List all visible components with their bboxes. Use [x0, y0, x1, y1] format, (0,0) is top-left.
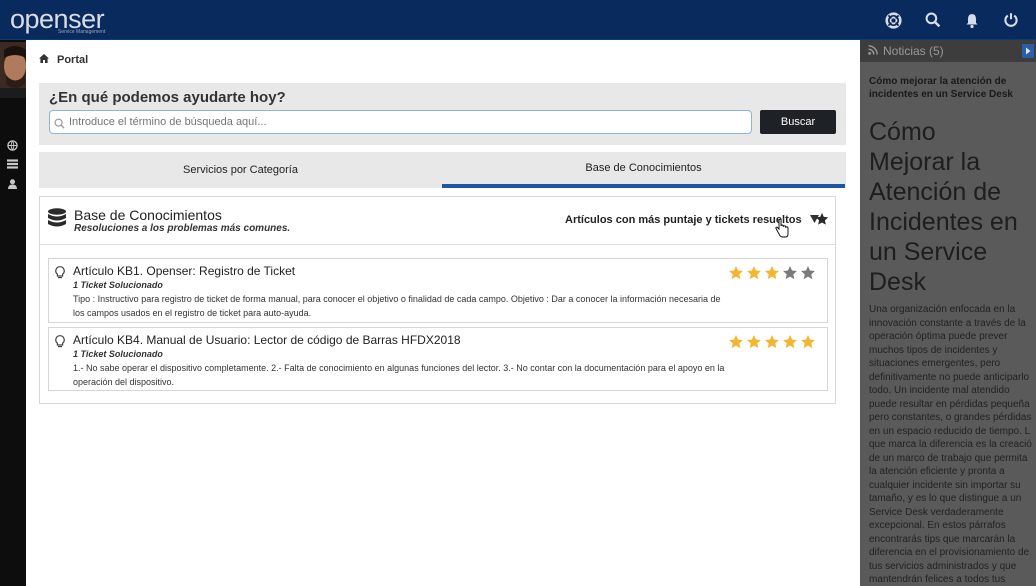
search-panel: ¿En qué podemos ayudarte hoy? Buscar: [39, 83, 846, 145]
hand-cursor-icon: [775, 218, 789, 244]
top-bar: openser Service Management: [0, 0, 1036, 40]
news-body-line: puede resultar en pérdidas pequeña: [869, 398, 1030, 410]
lightbulb-icon: [55, 335, 65, 353]
news-body-line: que marca la diferencia es la creació: [869, 439, 1032, 450]
news-body-line: todo. Un incidente mal atendido: [869, 385, 1010, 396]
logo-tagline: Service Management: [58, 29, 106, 35]
star-empty-icon[interactable]: [782, 265, 798, 285]
tab-bar: Servicios por Categoría Base de Conocimi…: [39, 152, 846, 188]
globe-icon[interactable]: [5, 138, 19, 152]
article-ticket-count: 1 Ticket Solucionado: [73, 280, 163, 290]
news-body-line: pero constantes, o grandes pérdidas: [869, 412, 1032, 423]
star-filled-icon[interactable]: [746, 334, 762, 354]
lightbulb-icon: [55, 266, 65, 284]
left-sidebar: [0, 40, 26, 586]
list-icon[interactable]: [5, 157, 19, 171]
home-icon[interactable]: [39, 54, 49, 66]
news-headline-line: Desk: [869, 268, 926, 296]
news-body-line: diferencia en el provisionamiento de: [869, 547, 1030, 558]
avatar[interactable]: [0, 42, 26, 98]
news-headline-line: Mejorar la: [869, 148, 981, 176]
star-filled-icon[interactable]: [764, 334, 780, 354]
news-body-line: en un espacio reducido de tiempo. L: [869, 425, 1031, 437]
header-icons: [874, 0, 1030, 40]
kb-title: Base de Conocimientos: [74, 207, 222, 223]
star-filled-icon[interactable]: [728, 265, 744, 285]
news-body-line: mantendrán felices a todos tus: [869, 574, 1006, 585]
news-body-line: muchos tipos de incidentes y: [869, 344, 998, 356]
bell-icon[interactable]: [952, 0, 991, 40]
news-article-headline: Cómo Mejorar la Atención de Incidentes en un…: [869, 117, 1036, 297]
star-filled-icon[interactable]: [728, 334, 744, 354]
breadcrumb-label[interactable]: Portal: [57, 54, 88, 66]
news-body-line: operación óptima puede prever: [869, 331, 1008, 342]
search-button[interactable]: Buscar: [760, 110, 836, 134]
favorites-star-icon[interactable]: [815, 212, 829, 231]
kb-panel: Base de Conocimientos Resoluciones a los…: [39, 196, 836, 404]
news-headline-line: un Service: [869, 238, 988, 266]
news-body-line: cualquier incidente sin importar su: [869, 479, 1021, 491]
rating-stars[interactable]: [728, 265, 816, 285]
news-article-body: Una organización enfocada en la innovació…: [869, 303, 1036, 586]
kb-article[interactable]: Artículo KB4. Manual de Usuario: Lector …: [48, 327, 828, 391]
kb-sort-label: Artículos con más puntaje y tickets resu…: [565, 214, 802, 226]
news-headline-line: Atención de: [869, 178, 1002, 206]
breadcrumb: Portal: [39, 54, 88, 66]
star-filled-icon[interactable]: [800, 334, 816, 354]
news-collapse-button[interactable]: [1022, 44, 1034, 58]
news-body-line: de un marco de trabajo que permita: [869, 452, 1028, 464]
main-content: Portal ¿En qué podemos ayudarte hoy? Bus…: [26, 40, 860, 586]
article-description: 1.- No sabe operar el dispositivo comple…: [73, 363, 725, 387]
news-body-line: excepcional. En estos párrafos: [869, 520, 1006, 531]
rating-stars[interactable]: [728, 334, 816, 354]
article-title[interactable]: Artículo KB1. Openser: Registro de Ticke…: [73, 264, 295, 278]
news-headline-line: Cómo: [869, 118, 936, 146]
news-body-line: Una organización enfocada en la: [869, 304, 1016, 315]
search-icon[interactable]: [913, 0, 952, 40]
star-filled-icon[interactable]: [782, 334, 798, 354]
search-field-icon: [54, 116, 65, 134]
user-icon[interactable]: [5, 177, 19, 191]
news-header: Noticias (5): [860, 40, 1036, 62]
star-filled-icon[interactable]: [764, 265, 780, 285]
news-body-line: innovación constante a través de la: [869, 317, 1026, 329]
article-description: Tipo : Instructivo para registro de tick…: [73, 294, 721, 318]
tab-servicios[interactable]: Servicios por Categoría: [39, 152, 442, 188]
article-title[interactable]: Artículo KB4. Manual de Usuario: Lector …: [73, 333, 461, 347]
search-input[interactable]: [49, 110, 752, 134]
news-body-line: tus servicios administrados y que: [869, 560, 1017, 572]
star-filled-icon[interactable]: [746, 265, 762, 285]
kb-article[interactable]: Artículo KB1. Openser: Registro de Ticke…: [48, 258, 828, 323]
news-body-line: situaciones emergentes, pero: [869, 358, 1001, 369]
news-body-line: la atención eficiente y pronta a: [869, 466, 1005, 477]
search-title: ¿En qué podemos ayudarte hoy?: [49, 89, 286, 106]
star-empty-icon[interactable]: [800, 265, 816, 285]
news-link[interactable]: Cómo mejorar la atención de incidentes e…: [869, 75, 1034, 101]
article-ticket-count: 1 Ticket Solucionado: [73, 349, 163, 359]
tab-base-conocimientos[interactable]: Base de Conocimientos: [442, 152, 845, 188]
database-icon: [47, 208, 67, 235]
rss-icon: [868, 44, 878, 58]
kb-header: Base de Conocimientos Resoluciones a los…: [40, 197, 835, 245]
news-body-line: encontrarás tips que marcarán la: [869, 533, 1016, 545]
lifebuoy-icon[interactable]: [874, 0, 913, 40]
news-body-line: Service Desk verdaderamente: [869, 506, 1004, 518]
news-body-line: tamaño, y es lo que distingue a un: [869, 493, 1022, 504]
news-title-label: Noticias (5): [883, 44, 944, 58]
news-panel: Noticias (5) Cómo mejorar la atención de…: [860, 40, 1036, 586]
power-icon[interactable]: [991, 0, 1030, 40]
kb-subtitle: Resoluciones a los problemas más comunes…: [74, 223, 291, 234]
news-body-line: definitivamente no puede anticiparlo: [869, 371, 1030, 383]
news-title[interactable]: Noticias (5): [868, 44, 944, 58]
news-headline-line: Incidentes en: [869, 208, 1018, 236]
